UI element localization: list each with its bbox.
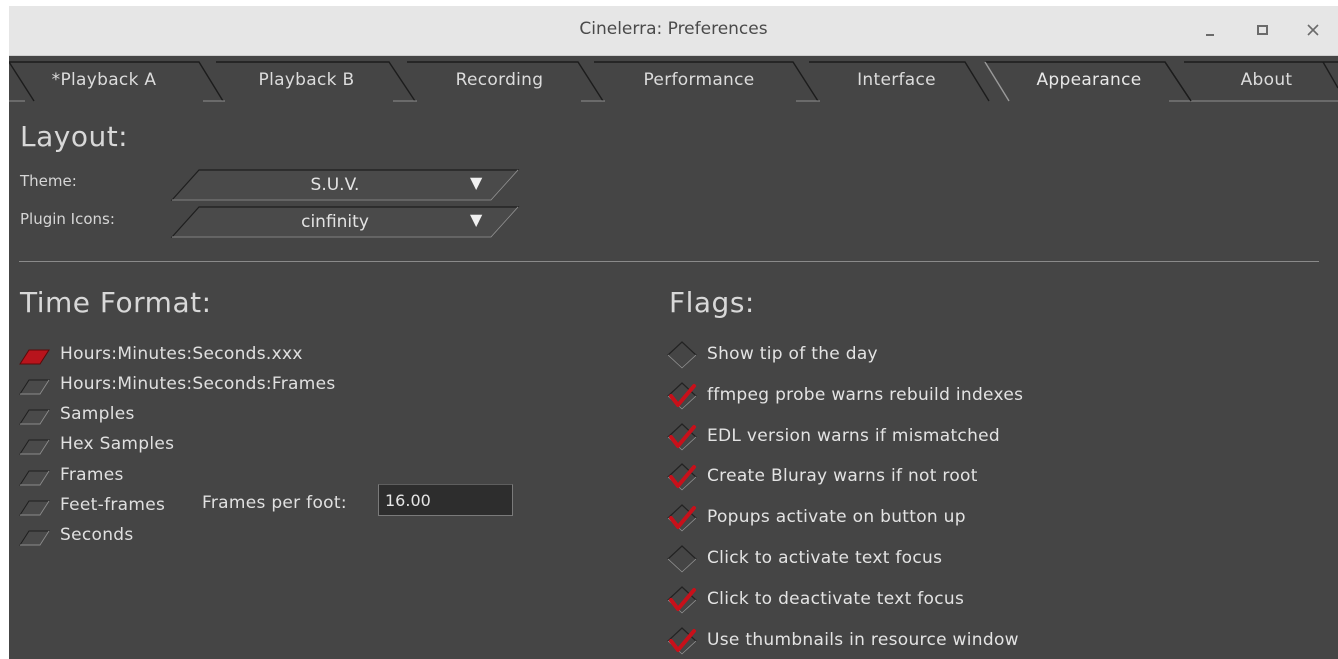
maximize-icon[interactable] [1251, 18, 1275, 42]
plugin-icons-label: Plugin Icons: [20, 210, 115, 228]
tab-playback-b[interactable]: Playback B [229, 70, 384, 90]
plugin-icons-dropdown[interactable]: cinfinity ▼ [170, 206, 520, 238]
check-icon [667, 382, 697, 410]
dropdown-arrow-icon: ▼ [470, 173, 483, 192]
flag-use-thumbnails[interactable]: Use thumbnails in resource window [665, 626, 1165, 656]
flag-show-tip-of-day[interactable]: Show tip of the day [665, 340, 1165, 370]
minimize-icon[interactable] [1199, 18, 1223, 42]
tab-playback-a[interactable]: *Playback A [29, 70, 179, 90]
flag-create-bluray-warns[interactable]: Create Bluray warns if not root [665, 462, 1165, 492]
tab-recording[interactable]: Recording [427, 70, 572, 90]
flag-click-deactivate-text-focus[interactable]: Click to deactivate text focus [665, 585, 1165, 615]
radio-icon [19, 470, 50, 486]
section-divider [19, 261, 1319, 262]
radio-time-frames[interactable]: Frames [19, 464, 419, 490]
checkbox-icon [667, 341, 697, 369]
check-icon [667, 627, 697, 655]
check-icon [667, 586, 697, 614]
tab-interface[interactable]: Interface [824, 70, 969, 90]
radio-time-hms-frames[interactable]: Hours:Minutes:Seconds:Frames [19, 373, 419, 399]
flag-ffmpeg-probe-warns[interactable]: ffmpeg probe warns rebuild indexes [665, 381, 1165, 411]
flags-heading: Flags: [669, 286, 755, 319]
radio-time-samples[interactable]: Samples [19, 403, 419, 429]
flag-click-activate-text-focus[interactable]: Click to activate text focus [665, 544, 1165, 574]
radio-icon [19, 379, 50, 395]
tab-strip: *Playback A Playback B Recording Perform… [9, 60, 1338, 102]
radio-time-feet-frames[interactable]: Feet-frames [19, 494, 199, 520]
flag-edl-version-warns[interactable]: EDL version warns if mismatched [665, 422, 1165, 452]
tab-appearance[interactable]: Appearance [1009, 70, 1169, 90]
theme-label: Theme: [20, 172, 77, 190]
frames-per-foot-label: Frames per foot: [202, 493, 347, 513]
radio-icon [19, 409, 50, 425]
radio-time-seconds[interactable]: Seconds [19, 524, 419, 550]
checkbox-icon [667, 545, 697, 573]
plugin-icons-value: cinfinity [301, 212, 369, 232]
layout-heading: Layout: [20, 120, 129, 153]
check-icon [667, 463, 697, 491]
check-icon [667, 423, 697, 451]
frames-per-foot-input[interactable] [378, 484, 513, 516]
radio-icon [19, 530, 50, 546]
close-icon[interactable] [1301, 18, 1325, 42]
radio-time-hms-xxx[interactable]: Hours:Minutes:Seconds.xxx [19, 343, 419, 369]
radio-time-hex-samples[interactable]: Hex Samples [19, 433, 419, 459]
preferences-window: Cinelerra: Preferences *Playback A Playb… [9, 6, 1338, 659]
window-title: Cinelerra: Preferences [579, 19, 768, 39]
radio-icon [19, 500, 50, 516]
theme-value: S.U.V. [310, 175, 360, 195]
time-format-heading: Time Format: [20, 286, 212, 319]
title-bar[interactable]: Cinelerra: Preferences [9, 6, 1338, 56]
tab-about[interactable]: About [1199, 70, 1334, 90]
radio-icon [19, 439, 50, 455]
dropdown-arrow-icon: ▼ [470, 210, 483, 229]
theme-dropdown[interactable]: S.U.V. ▼ [170, 169, 520, 201]
tab-performance[interactable]: Performance [614, 70, 784, 90]
radio-icon [19, 349, 50, 365]
check-icon [667, 504, 697, 532]
flag-popups-activate-button-up[interactable]: Popups activate on button up [665, 503, 1165, 533]
